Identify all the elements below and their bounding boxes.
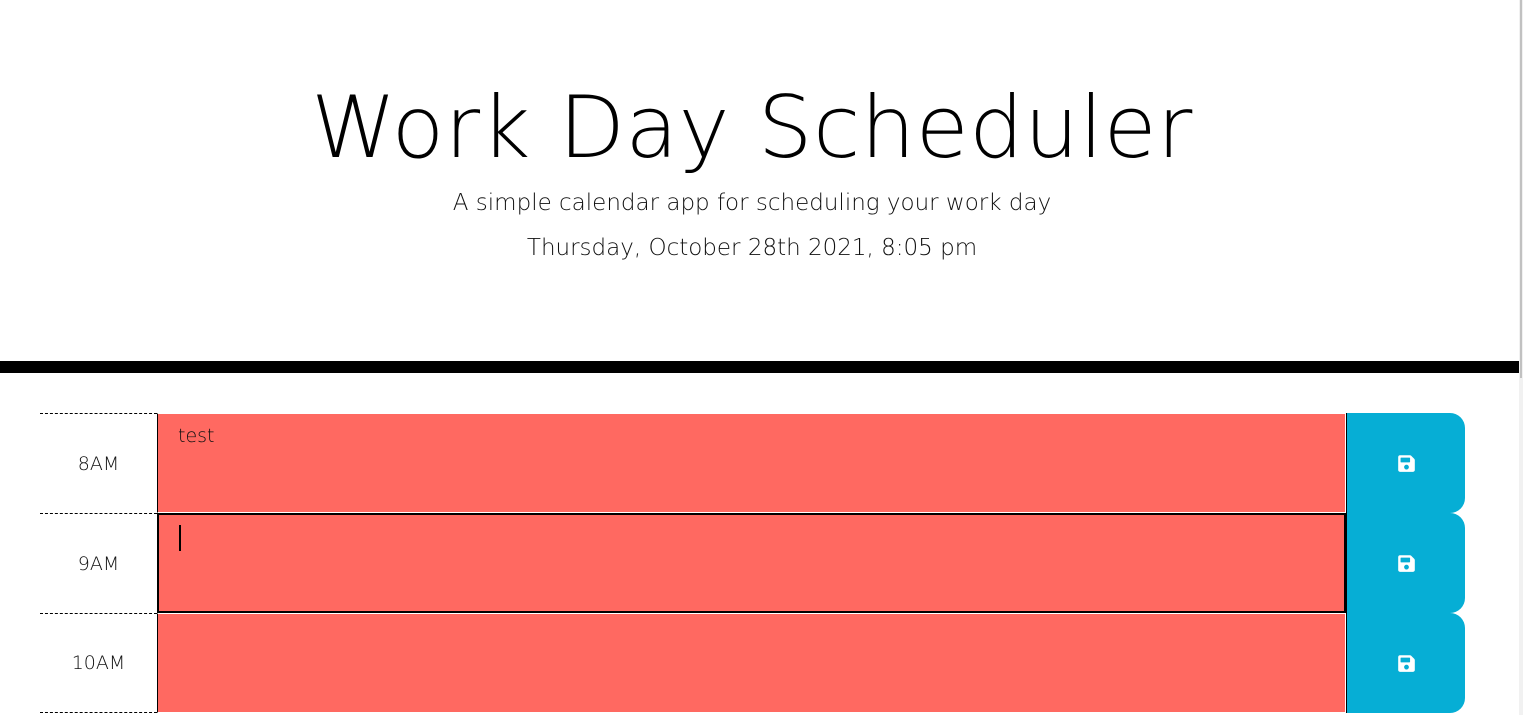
hour-label: 9AM	[40, 513, 157, 613]
description-textarea-focused[interactable]	[157, 513, 1346, 613]
save-icon	[1397, 654, 1415, 672]
time-block-9am: 9AM	[40, 513, 1465, 613]
time-block-8am: 8AM test	[40, 413, 1465, 513]
description-textarea[interactable]	[157, 613, 1346, 713]
page: Work Day Scheduler A simple calendar app…	[0, 0, 1523, 715]
page-title: Work Day Scheduler	[311, 78, 1193, 178]
jumbotron-header: Work Day Scheduler A simple calendar app…	[0, 0, 1519, 362]
save-icon	[1397, 454, 1415, 472]
text-cursor	[179, 525, 181, 551]
hour-label: 8AM	[40, 413, 157, 513]
schedule-container: 8AM test 9AM 10AM	[40, 413, 1465, 713]
time-block-10am: 10AM	[40, 613, 1465, 713]
current-day: Thursday, October 28th 2021, 8:05 pm	[526, 235, 978, 261]
save-button[interactable]	[1346, 413, 1465, 513]
save-button[interactable]	[1346, 613, 1465, 713]
hour-label: 10AM	[40, 613, 157, 713]
save-button[interactable]	[1346, 513, 1465, 613]
scrollbar-thumb[interactable]	[1520, 0, 1522, 378]
save-icon	[1397, 554, 1415, 572]
page-subtitle: A simple calendar app for scheduling you…	[452, 190, 1052, 216]
header-divider	[0, 361, 1519, 373]
description-textarea[interactable]: test	[157, 413, 1346, 513]
